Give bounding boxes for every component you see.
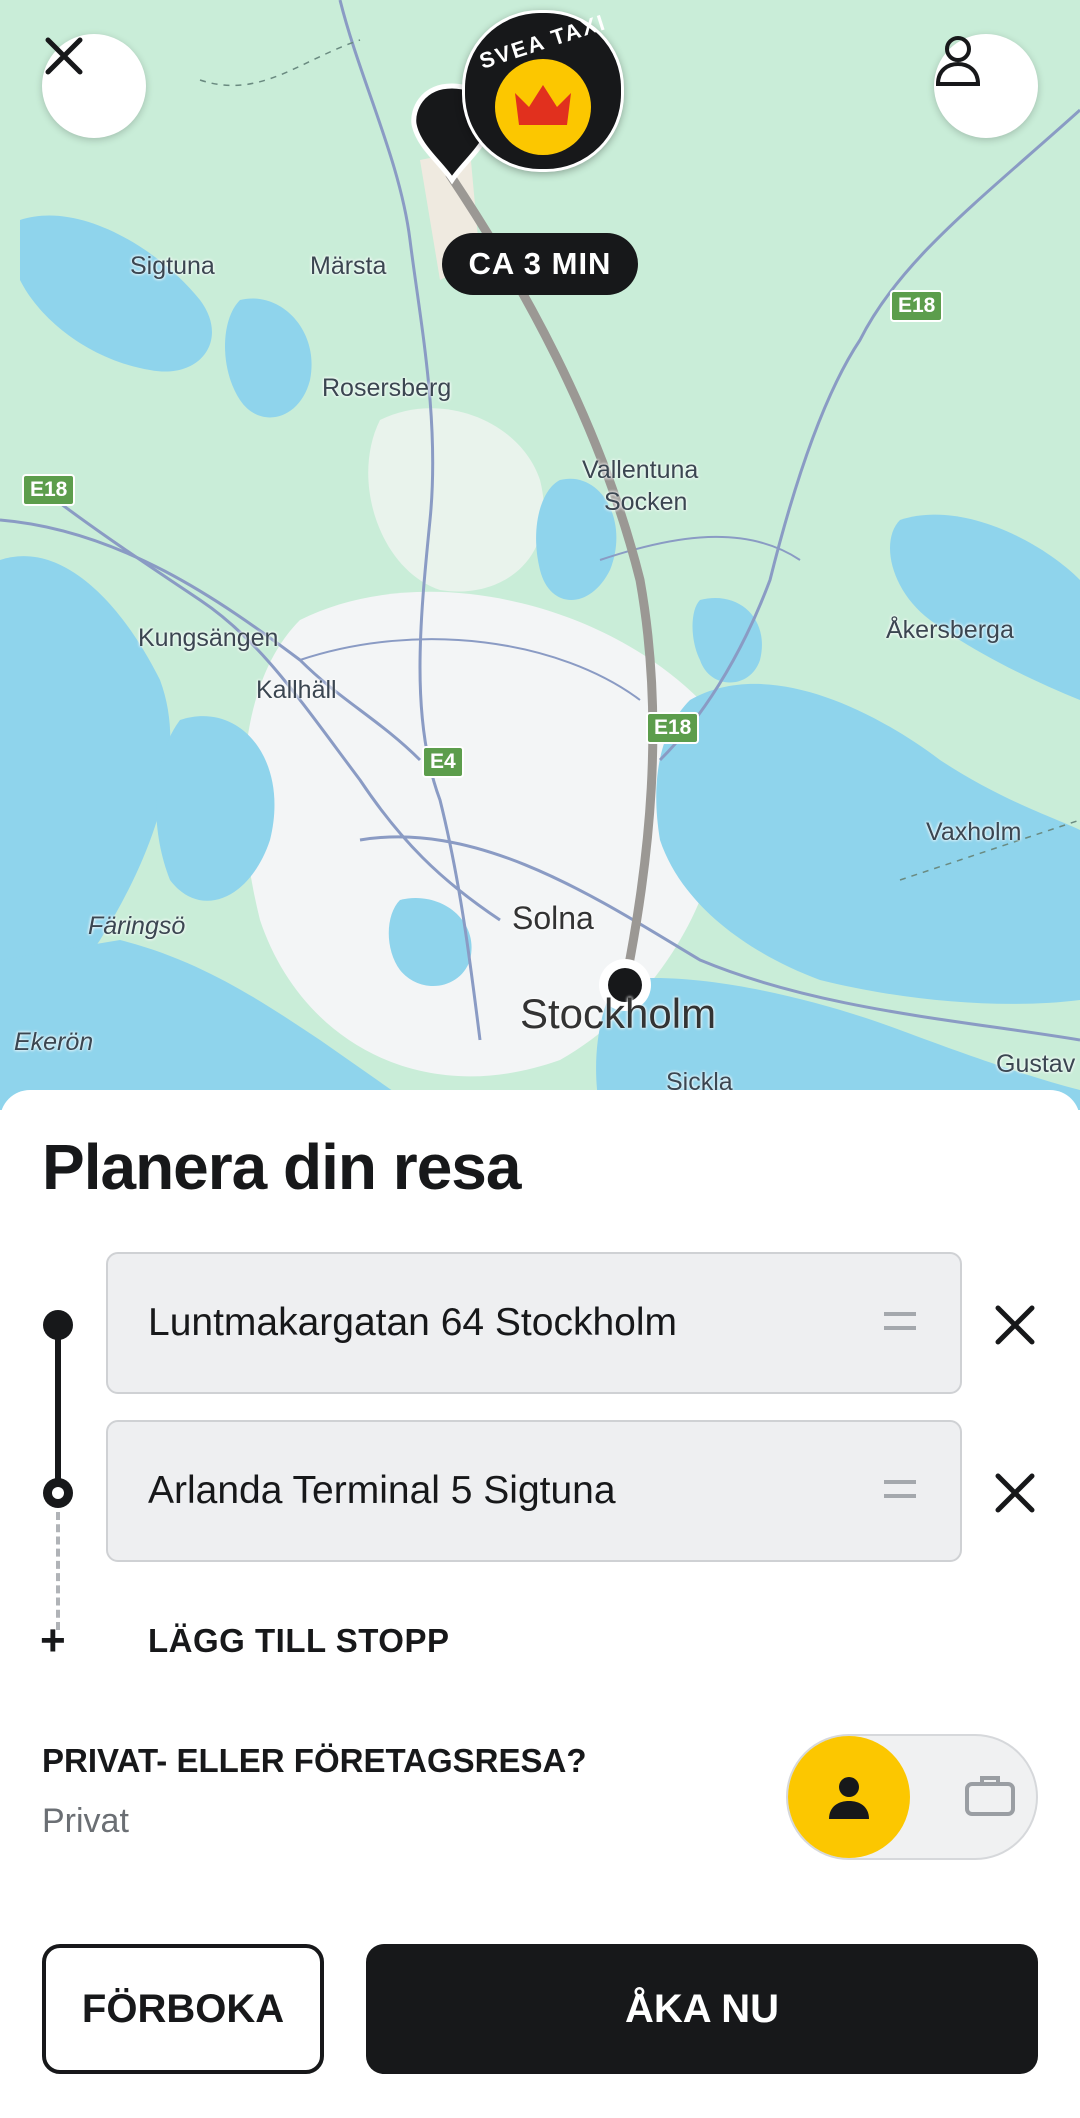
briefcase-icon xyxy=(965,1776,1015,1816)
user-icon xyxy=(935,36,981,86)
map-label-rosersberg: Rosersberg xyxy=(322,374,452,402)
map-label-akersberga: Åkersberga xyxy=(886,616,1014,644)
person-icon xyxy=(829,1777,869,1819)
close-icon xyxy=(995,1305,1035,1345)
road-shield-e18: E18 xyxy=(890,290,944,322)
close-icon xyxy=(995,1473,1035,1513)
map-label-ekeron: Ekerön xyxy=(14,1028,94,1056)
from-address-value: Luntmakargatan 64 Stockholm xyxy=(148,1301,677,1344)
map-label-vaxholm: Vaxholm xyxy=(926,818,1022,846)
map-label-stockholm: Stockholm xyxy=(520,990,717,1037)
close-button[interactable] xyxy=(42,34,146,138)
to-address-field[interactable]: Arlanda Terminal 5 Sigtuna xyxy=(106,1420,962,1562)
map-label-marsta: Märsta xyxy=(310,252,387,280)
from-address-field[interactable]: Luntmakargatan 64 Stockholm xyxy=(106,1252,962,1394)
map-label-vallentuna: Vallentuna xyxy=(582,456,699,484)
map-label-sigtuna: Sigtuna xyxy=(130,252,215,280)
trip-type-toggle[interactable] xyxy=(786,1734,1038,1860)
map-label-gustav: Gustav xyxy=(996,1050,1076,1078)
map-label-socken: Socken xyxy=(604,488,688,516)
map-label-faringso: Färingsö xyxy=(88,912,186,940)
drag-handle-icon[interactable] xyxy=(884,1480,916,1508)
map-label-solna: Solna xyxy=(512,900,594,936)
drag-handle-icon[interactable] xyxy=(884,1312,916,1340)
road-shield-e18: E18 xyxy=(646,712,700,744)
eta-badge: CA 3 MIN xyxy=(442,233,638,295)
route-connector xyxy=(55,1323,61,1491)
road-shield-e4: E4 xyxy=(422,746,464,778)
clear-from-button[interactable] xyxy=(990,1300,1040,1350)
business-option[interactable] xyxy=(964,1772,1016,1823)
add-stop-button[interactable]: LÄGG TILL STOPP xyxy=(148,1622,449,1660)
profile-button[interactable] xyxy=(934,34,1038,138)
map-label-kungsangen: Kungsängen xyxy=(138,624,279,652)
trip-type-label: PRIVAT- ELLER FÖRETAGSRESA? xyxy=(42,1742,587,1779)
map-view[interactable]: Sigtuna Märsta Rosersberg Vallentuna Soc… xyxy=(0,0,1080,1110)
to-address-value: Arlanda Terminal 5 Sigtuna xyxy=(148,1469,616,1512)
page-title: Planera din resa xyxy=(42,1131,521,1203)
plus-icon[interactable]: + xyxy=(40,1616,66,1666)
go-now-button[interactable]: ÅKA NU xyxy=(366,1944,1038,2074)
road-shield-e18: E18 xyxy=(22,474,76,506)
prebook-button[interactable]: FÖRBOKA xyxy=(42,1944,324,2074)
map-label-kallhall: Kallhäll xyxy=(256,676,337,704)
clear-to-button[interactable] xyxy=(990,1468,1040,1518)
svea-taxi-logo: SVEA TAXI xyxy=(462,9,624,172)
private-option[interactable] xyxy=(788,1736,910,1858)
close-icon xyxy=(45,37,83,75)
trip-type-value: Privat xyxy=(42,1802,129,1840)
add-stop-connector xyxy=(56,1512,60,1630)
destination-dot-icon xyxy=(43,1478,73,1508)
